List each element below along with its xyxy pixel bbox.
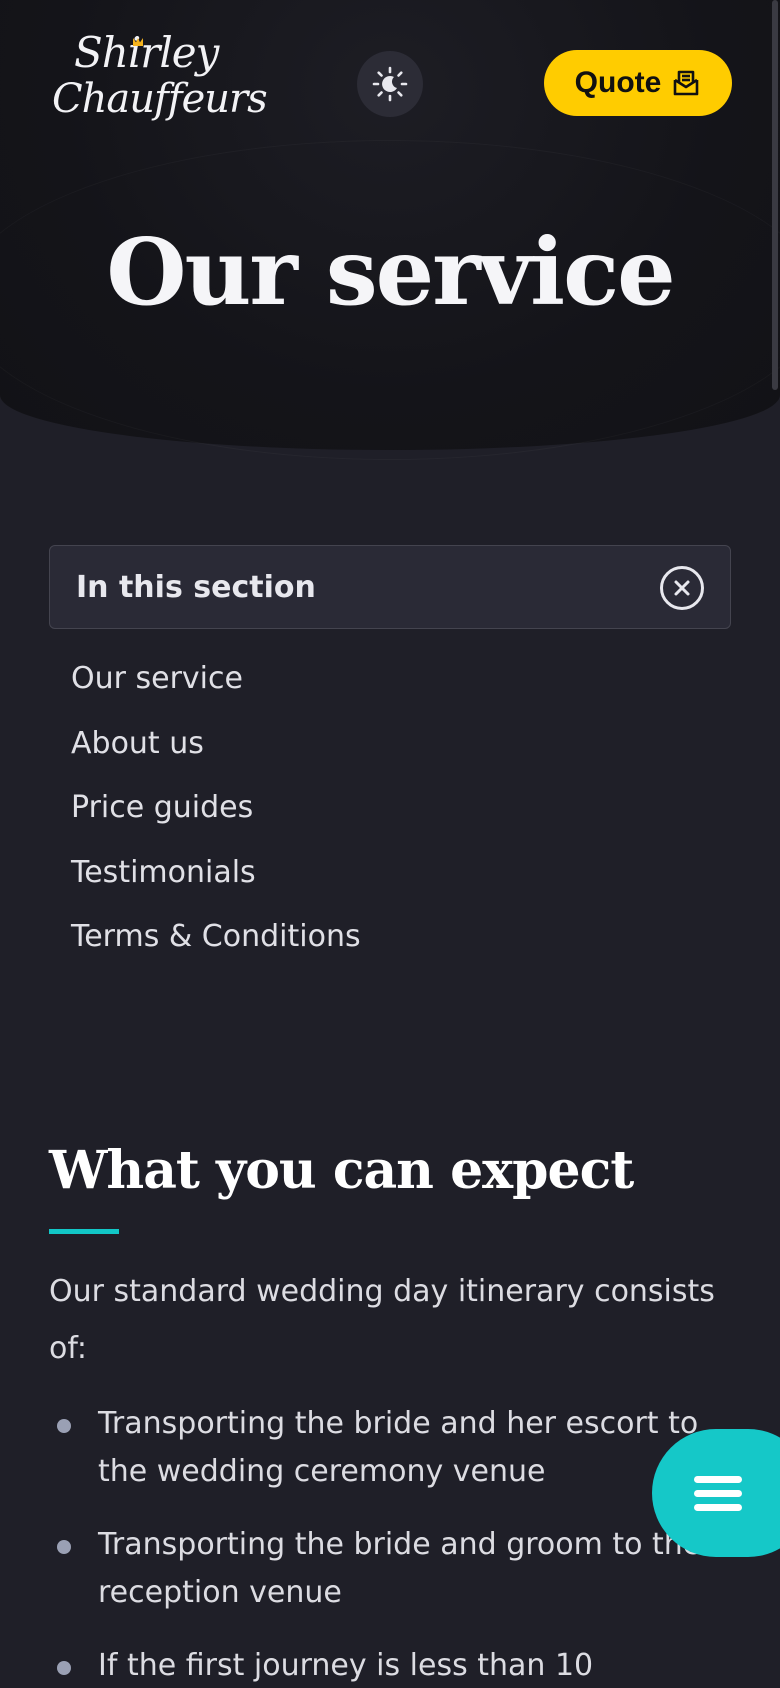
section-nav-label: In this section bbox=[76, 569, 316, 605]
section-heading: What you can expect bbox=[49, 1140, 634, 1201]
section-nav-toggle[interactable]: In this section bbox=[49, 545, 731, 629]
quote-button-label: Quote bbox=[574, 66, 662, 99]
theme-toggle-button[interactable] bbox=[357, 51, 423, 117]
site-logo[interactable]: Shirley Chauffeurs bbox=[52, 28, 268, 130]
list-item: Transporting the bride and her escort to… bbox=[49, 1400, 709, 1496]
bullet-dot bbox=[57, 1661, 71, 1675]
section-nav-item-price-guides[interactable]: Price guides bbox=[71, 779, 361, 844]
list-item-text: Transporting the bride and her escort to… bbox=[98, 1406, 699, 1489]
intro-paragraph: Our standard wedding day itinerary consi… bbox=[49, 1274, 715, 1366]
heading-accent-bar bbox=[49, 1229, 119, 1234]
menu-button[interactable] bbox=[652, 1429, 780, 1557]
page: Shirley Chauffeurs Quote Our service In … bbox=[0, 0, 780, 1688]
list-item-text: Transporting the bride and groom to the … bbox=[98, 1527, 702, 1610]
list-item-text: If the first journey is less than 10 min… bbox=[98, 1648, 594, 1683]
section-nav-item-testimonials[interactable]: Testimonials bbox=[71, 844, 361, 909]
itinerary-list: Transporting the bride and her escort to… bbox=[49, 1400, 709, 1688]
section-nav-item-about-us[interactable]: About us bbox=[71, 715, 361, 780]
section-nav-item-terms-conditions[interactable]: Terms & Conditions bbox=[71, 908, 361, 973]
bullet-dot bbox=[57, 1419, 71, 1433]
scrollbar-thumb[interactable] bbox=[772, 0, 778, 390]
section-nav-item-our-service[interactable]: Our service bbox=[71, 650, 361, 715]
bullet-dot bbox=[57, 1540, 71, 1554]
section-nav-list: Our service About us Price guides Testim… bbox=[71, 650, 361, 973]
sun-moon-icon bbox=[372, 66, 408, 102]
list-item: Transporting the bride and groom to the … bbox=[49, 1521, 709, 1617]
quote-button[interactable]: Quote bbox=[544, 50, 732, 116]
close-icon[interactable] bbox=[660, 566, 704, 610]
list-item: If the first journey is less than 10 min… bbox=[49, 1642, 709, 1688]
logo-line-1: Shirley bbox=[74, 28, 219, 77]
logo-line-2: Chauffeurs bbox=[52, 76, 268, 122]
envelope-icon bbox=[674, 70, 699, 96]
page-title: Our service bbox=[106, 218, 675, 326]
hamburger-menu-icon bbox=[694, 1469, 742, 1518]
